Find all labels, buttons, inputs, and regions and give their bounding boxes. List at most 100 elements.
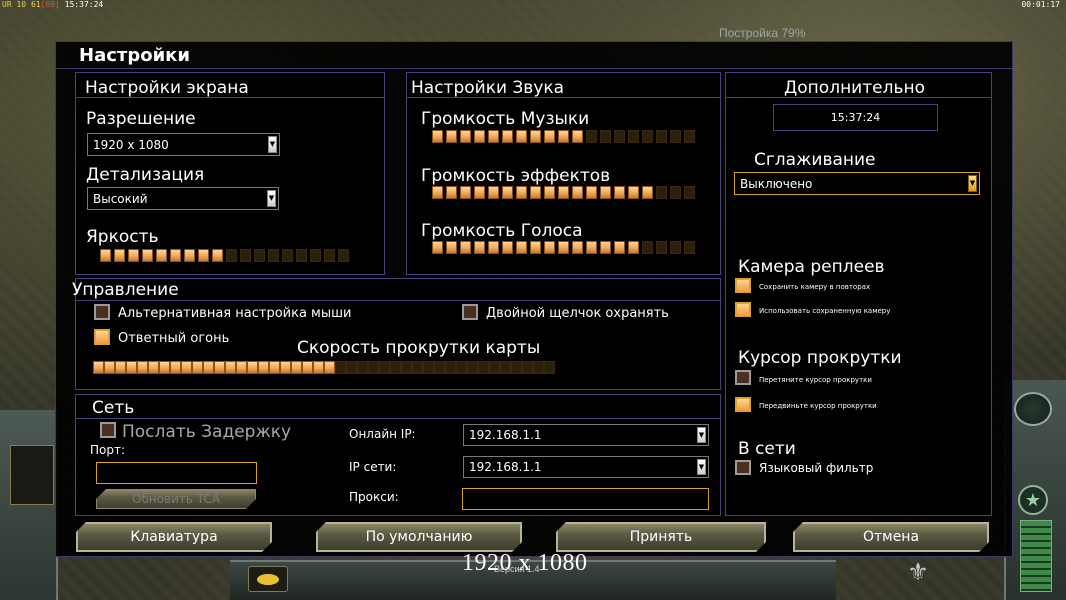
- slider-segment[interactable]: [247, 361, 258, 374]
- slider-segment[interactable]: [684, 130, 695, 143]
- slider-segment[interactable]: [516, 241, 527, 254]
- slider-segment[interactable]: [474, 241, 485, 254]
- slider-segment[interactable]: [502, 241, 513, 254]
- slider-segment[interactable]: [390, 361, 401, 374]
- slider-segment[interactable]: [324, 361, 335, 374]
- slider-segment[interactable]: [434, 361, 445, 374]
- slider-segment[interactable]: [198, 249, 209, 262]
- slider-segment[interactable]: [225, 361, 236, 374]
- slider-segment[interactable]: [516, 186, 527, 199]
- slider-segment[interactable]: [432, 186, 443, 199]
- slider-segment[interactable]: [530, 186, 541, 199]
- slider-segment[interactable]: [642, 241, 653, 254]
- slider-segment[interactable]: [280, 361, 291, 374]
- slider-segment[interactable]: [586, 130, 597, 143]
- slider-segment[interactable]: [236, 361, 247, 374]
- antialias-dropdown[interactable]: Выключено ▼: [734, 172, 980, 195]
- slider-segment[interactable]: [302, 361, 313, 374]
- slider-segment[interactable]: [446, 130, 457, 143]
- slider-segment[interactable]: [489, 361, 500, 374]
- slider-segment[interactable]: [214, 361, 225, 374]
- slider-segment[interactable]: [432, 241, 443, 254]
- slider-segment[interactable]: [184, 249, 195, 262]
- slider-segment[interactable]: [170, 361, 181, 374]
- slider-segment[interactable]: [357, 361, 368, 374]
- language-filter-checkbox[interactable]: [735, 460, 751, 475]
- defaults-button[interactable]: По умолчанию: [316, 522, 522, 552]
- slider-segment[interactable]: [530, 130, 541, 143]
- slider-segment[interactable]: [474, 130, 485, 143]
- slider-segment[interactable]: [460, 130, 471, 143]
- slider-segment[interactable]: [460, 186, 471, 199]
- slider-segment[interactable]: [346, 361, 357, 374]
- slider-segment[interactable]: [511, 361, 522, 374]
- slider-segment[interactable]: [456, 361, 467, 374]
- slider-segment[interactable]: [104, 361, 115, 374]
- slider-segment[interactable]: [126, 361, 137, 374]
- send-delay-checkbox[interactable]: [100, 422, 116, 438]
- alt-mouse-checkbox[interactable]: [94, 304, 110, 320]
- money-icon[interactable]: [248, 566, 288, 592]
- slider-segment[interactable]: [254, 249, 265, 262]
- slider-segment[interactable]: [268, 249, 279, 262]
- slider-segment[interactable]: [502, 186, 513, 199]
- slider-segment[interactable]: [335, 361, 346, 374]
- slider-segment[interactable]: [474, 186, 485, 199]
- slider-segment[interactable]: [269, 361, 280, 374]
- slider-segment[interactable]: [93, 361, 104, 374]
- port-input[interactable]: [96, 462, 257, 484]
- slider-segment[interactable]: [181, 361, 192, 374]
- slider-segment[interactable]: [544, 361, 555, 374]
- effects-volume-slider[interactable]: [432, 186, 695, 199]
- scroll-cursor-drag-checkbox[interactable]: [735, 370, 751, 385]
- slider-segment[interactable]: [446, 186, 457, 199]
- slider-segment[interactable]: [324, 249, 335, 262]
- slider-segment[interactable]: [488, 241, 499, 254]
- scroll-speed-slider[interactable]: [93, 361, 555, 374]
- slider-segment[interactable]: [203, 361, 214, 374]
- slider-segment[interactable]: [423, 361, 434, 374]
- slider-segment[interactable]: [530, 241, 541, 254]
- slider-segment[interactable]: [500, 361, 511, 374]
- radar-icon[interactable]: [1014, 392, 1052, 426]
- replay-use-checkbox[interactable]: [735, 302, 751, 317]
- return-fire-checkbox[interactable]: [94, 329, 110, 345]
- slider-segment[interactable]: [100, 249, 111, 262]
- slider-segment[interactable]: [212, 249, 223, 262]
- lan-ip-field[interactable]: 192.168.1.1 ▼: [463, 456, 709, 478]
- slider-segment[interactable]: [502, 130, 513, 143]
- slider-segment[interactable]: [656, 186, 667, 199]
- slider-segment[interactable]: [558, 241, 569, 254]
- detail-dropdown[interactable]: Высокий ▼: [87, 187, 279, 210]
- slider-segment[interactable]: [522, 361, 533, 374]
- slider-segment[interactable]: [148, 361, 159, 374]
- slider-segment[interactable]: [115, 361, 126, 374]
- slider-segment[interactable]: [240, 249, 251, 262]
- slider-segment[interactable]: [572, 241, 583, 254]
- slider-segment[interactable]: [488, 130, 499, 143]
- brightness-slider[interactable]: [100, 249, 349, 262]
- slider-segment[interactable]: [544, 241, 555, 254]
- slider-segment[interactable]: [401, 361, 412, 374]
- slider-segment[interactable]: [586, 186, 597, 199]
- star-icon[interactable]: ★: [1018, 485, 1048, 515]
- slider-segment[interactable]: [432, 130, 443, 143]
- slider-segment[interactable]: [600, 130, 611, 143]
- slider-segment[interactable]: [614, 241, 625, 254]
- slider-segment[interactable]: [137, 361, 148, 374]
- keyboard-button[interactable]: Клавиатура: [76, 522, 272, 552]
- slider-segment[interactable]: [684, 186, 695, 199]
- slider-segment[interactable]: [656, 130, 667, 143]
- slider-segment[interactable]: [226, 249, 237, 262]
- slider-segment[interactable]: [544, 186, 555, 199]
- slider-segment[interactable]: [142, 249, 153, 262]
- replay-save-checkbox[interactable]: [735, 278, 751, 293]
- chevron-down-icon[interactable]: ▼: [697, 427, 706, 443]
- slider-segment[interactable]: [282, 249, 293, 262]
- slider-segment[interactable]: [656, 241, 667, 254]
- cancel-button[interactable]: Отмена: [793, 522, 989, 552]
- voice-volume-slider[interactable]: [432, 241, 695, 254]
- slider-segment[interactable]: [628, 241, 639, 254]
- slider-segment[interactable]: [614, 130, 625, 143]
- slider-segment[interactable]: [614, 186, 625, 199]
